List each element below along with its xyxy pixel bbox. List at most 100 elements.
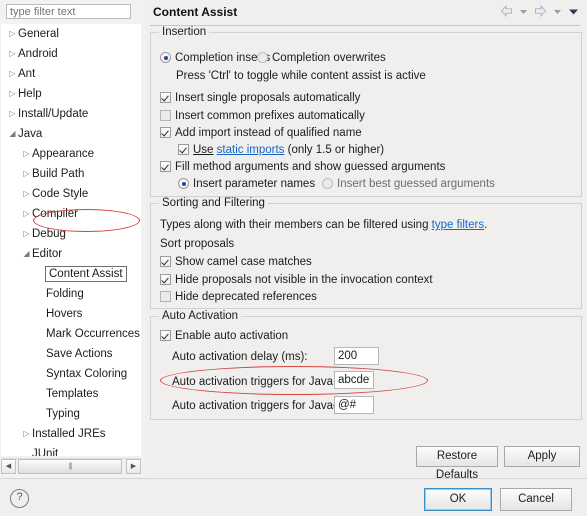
content-panel: Content Assist Insertion Completion inse… (146, 0, 587, 481)
twisty-collapsed-icon[interactable]: ▷ (7, 84, 18, 104)
use-static-imports-checkbox[interactable]: Use static imports (only 1.5 or higher) (178, 144, 384, 156)
forward-arrow-icon[interactable] (534, 4, 547, 20)
back-arrow-icon[interactable] (500, 4, 513, 20)
tree-item-label: General (18, 28, 59, 40)
auto-activation-triggers-java-input[interactable] (334, 371, 374, 389)
tree-item-general[interactable]: ▷ General (1, 24, 141, 44)
tree-item-compiler[interactable]: ▷ Compiler (1, 204, 141, 224)
radio-indicator (160, 52, 171, 63)
tree-item-help[interactable]: ▷ Help (1, 84, 141, 104)
tree-item-typing[interactable]: Typing (1, 404, 141, 424)
tree-item-installed-jres[interactable]: ▷ Installed JREs (1, 424, 141, 444)
tree-item-folding[interactable]: Folding (1, 284, 141, 304)
tree-item-label: Syntax Coloring (46, 368, 128, 380)
twisty-expanded-icon[interactable]: ◢ (21, 244, 32, 264)
twisty-collapsed-icon[interactable]: ▷ (21, 224, 32, 244)
insert-common-prefixes-checkbox[interactable]: Insert common prefixes automatically (160, 110, 365, 122)
twisty-collapsed-icon[interactable]: ▷ (7, 64, 18, 84)
tree-item-label: Content Assist (45, 265, 127, 282)
apply-button[interactable]: Apply (504, 446, 580, 467)
completion-overwrites-radio[interactable]: Completion overwrites (257, 52, 386, 64)
insert-parameter-names-label: Insert parameter names (193, 178, 316, 190)
insert-parameter-names-radio[interactable]: Insert parameter names (178, 178, 315, 190)
hide-deprecated-checkbox[interactable]: Hide deprecated references (160, 291, 317, 303)
tree-item-label: Help (18, 88, 42, 100)
radio-indicator (322, 178, 333, 189)
back-menu-chevron-down-icon[interactable] (519, 7, 528, 19)
insert-best-guessed-radio[interactable]: Insert best guessed arguments (322, 178, 495, 190)
insertion-group-legend: Insertion (159, 26, 210, 38)
twisty-collapsed-icon[interactable]: ▷ (21, 164, 32, 184)
scroll-left-arrow-icon[interactable]: ◀ (1, 459, 16, 474)
hide-not-visible-checkbox[interactable]: Hide proposals not visible in the invoca… (160, 274, 433, 286)
tree-item-java[interactable]: ◢ Java (1, 124, 141, 144)
page-title: Content Assist (153, 5, 238, 19)
completion-inserts-label: Completion inserts (175, 52, 271, 64)
enable-auto-activation-label: Enable auto activation (175, 330, 289, 342)
tree-item-syntax-coloring[interactable]: Syntax Coloring (1, 364, 141, 384)
tree-item-label: Ant (18, 68, 36, 80)
twisty-expanded-icon[interactable]: ◢ (7, 124, 18, 144)
twisty-collapsed-icon[interactable]: ▷ (7, 24, 18, 44)
sort-proposals-label: Sort proposals (160, 238, 235, 250)
twisty-collapsed-icon[interactable]: ▷ (21, 144, 32, 164)
tree-item-install-update[interactable]: ▷ Install/Update (1, 104, 141, 124)
tree-item-build-path[interactable]: ▷ Build Path (1, 164, 141, 184)
auto-activation-triggers-javadoc-input[interactable] (334, 396, 374, 414)
show-camel-case-label: Show camel case matches (175, 256, 312, 268)
preferences-tree[interactable]: ▷ General ▷ Android ▷ Ant ▷ Help ▷ Install/Update… (1, 24, 141, 456)
tree-item-templates[interactable]: Templates (1, 384, 141, 404)
twisty-collapsed-icon[interactable]: ▷ (7, 104, 18, 124)
enable-auto-activation-checkbox[interactable]: Enable auto activation (160, 330, 288, 342)
scroll-right-arrow-icon[interactable]: ▶ (126, 459, 141, 474)
show-camel-case-checkbox[interactable]: Show camel case matches (160, 256, 312, 268)
restore-defaults-button[interactable]: Restore Defaults (416, 446, 498, 481)
filter-input[interactable] (6, 4, 131, 19)
tree-item-label: Mark Occurrences (46, 328, 140, 340)
tree-item-label: Debug (32, 228, 66, 240)
twisty-collapsed-icon[interactable]: ▷ (21, 184, 32, 204)
tree-horizontal-scrollbar[interactable]: ◀ ▶ (1, 458, 141, 474)
forward-menu-chevron-down-icon[interactable] (553, 7, 562, 19)
tree-item-android[interactable]: ▷ Android (1, 44, 141, 64)
tree-item-editor[interactable]: ◢ Editor (1, 244, 141, 264)
completion-inserts-radio[interactable]: Completion inserts (160, 52, 270, 64)
add-import-checkbox[interactable]: Add import instead of qualified name (160, 127, 362, 139)
auto-activation-delay-input[interactable] (334, 347, 379, 365)
tree-item-label: Save Actions (46, 348, 113, 360)
tree-item-label: Hovers (46, 308, 83, 320)
cancel-button[interactable]: Cancel (500, 488, 572, 511)
twisty-collapsed-icon[interactable]: ▷ (7, 44, 18, 64)
tree-item-label: Typing (46, 408, 80, 420)
ok-button[interactable]: OK (424, 488, 492, 511)
tree-item-junit[interactable]: JUnit (1, 444, 141, 456)
help-icon[interactable]: ? (10, 489, 29, 508)
tree-item-content-assist[interactable]: Content Assist (1, 264, 141, 284)
tree-item-label: Folding (46, 288, 84, 300)
tree-item-appearance[interactable]: ▷ Appearance (1, 144, 141, 164)
twisty-collapsed-icon[interactable]: ▷ (21, 424, 32, 444)
fill-method-arguments-label: Fill method arguments and show guessed a… (175, 161, 446, 173)
tree-item-debug[interactable]: ▷ Debug (1, 224, 141, 244)
fill-method-arguments-checkbox[interactable]: Fill method arguments and show guessed a… (160, 161, 445, 173)
tree-item-mark-occurrences[interactable]: Mark Occurrences (1, 324, 141, 344)
description-prefix: Types along with their members can be fi… (160, 219, 432, 231)
static-imports-link[interactable]: static imports (217, 144, 285, 156)
hide-not-visible-label: Hide proposals not visible in the invoca… (175, 274, 433, 286)
view-menu-icon[interactable] (568, 7, 579, 19)
checkbox-indicator (160, 291, 171, 302)
tree-item-label: Install/Update (18, 108, 89, 120)
java-triggers-label: Auto activation triggers for Java: (172, 376, 337, 388)
title-separator (150, 25, 580, 26)
tree-item-save-actions[interactable]: Save Actions (1, 344, 141, 364)
tree-item-hovers[interactable]: Hovers (1, 304, 141, 324)
insert-common-prefixes-label: Insert common prefixes automatically (175, 110, 365, 122)
tree-item-code-style[interactable]: ▷ Code Style (1, 184, 141, 204)
auto-activation-group-legend: Auto Activation (159, 310, 242, 322)
type-filters-link[interactable]: type filters (432, 219, 484, 231)
twisty-collapsed-icon[interactable]: ▷ (21, 204, 32, 224)
auto-activation-delay-label: Auto activation delay (ms): (172, 351, 308, 363)
scrollbar-thumb[interactable] (18, 459, 122, 474)
insert-single-proposals-checkbox[interactable]: Insert single proposals automatically (160, 92, 360, 104)
tree-item-ant[interactable]: ▷ Ant (1, 64, 141, 84)
